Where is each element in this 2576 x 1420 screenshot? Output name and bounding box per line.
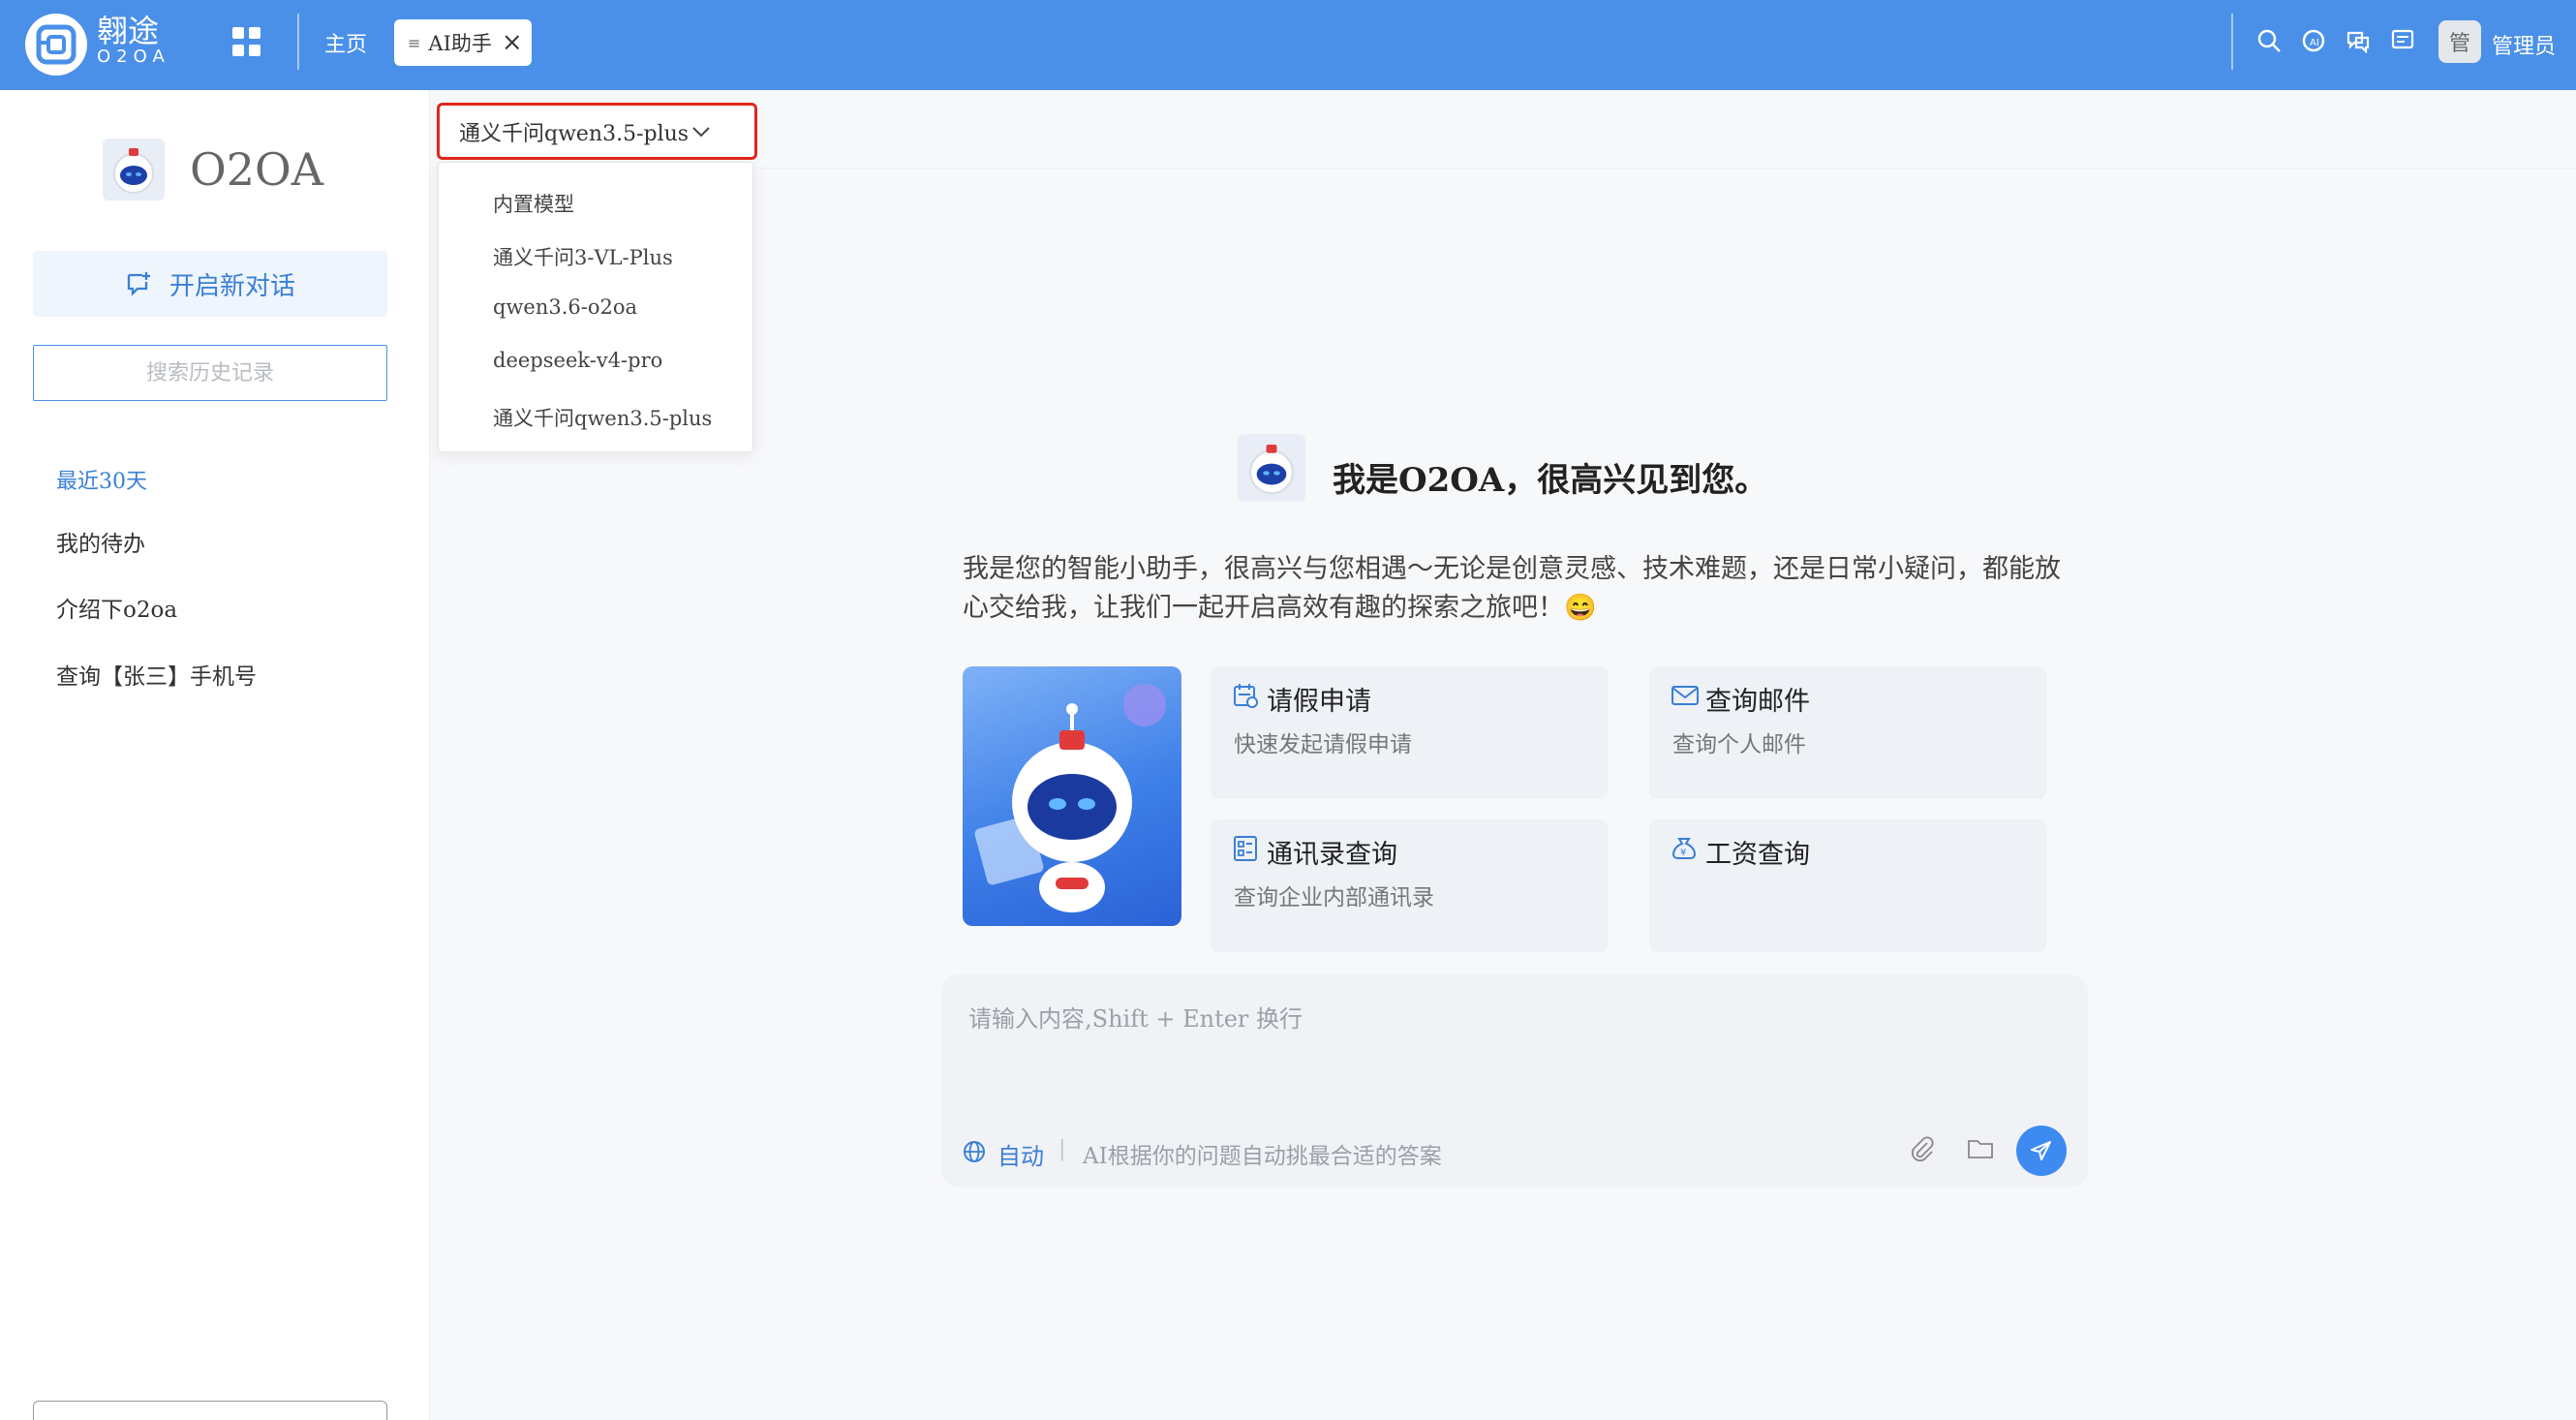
ai-bot-icon[interactable]: AI bbox=[2299, 26, 2328, 55]
svg-text:¥: ¥ bbox=[1680, 848, 1686, 858]
new-chat-button[interactable]: 开启新对话 bbox=[33, 251, 387, 317]
message-icon[interactable] bbox=[2388, 26, 2417, 55]
quick-card-mail[interactable]: 查询邮件 查询个人邮件 bbox=[1649, 666, 2046, 799]
quick-card-salary[interactable]: ¥ 工资查询 bbox=[1649, 819, 2046, 952]
history-group-label: 最近30天 bbox=[56, 470, 147, 494]
svg-text:AI: AI bbox=[2310, 38, 2319, 48]
system-settings-button[interactable] bbox=[33, 1401, 387, 1420]
logo-en: O2OA bbox=[97, 46, 170, 67]
hero-robot-illustration bbox=[963, 666, 1181, 926]
contacts-icon bbox=[1234, 836, 1257, 861]
send-icon bbox=[2031, 1141, 2051, 1160]
sidebar-brand: O2OA bbox=[103, 139, 323, 201]
quick-card-contacts[interactable]: 通讯录查询 查询企业内部通讯录 bbox=[1211, 819, 1608, 952]
model-option[interactable]: 通义千问3-VL-Plus bbox=[493, 242, 673, 271]
tab-label: AI助手 bbox=[428, 32, 492, 55]
history-item[interactable]: 查询【张三】手机号 bbox=[56, 658, 257, 691]
divider bbox=[2231, 14, 2233, 70]
model-option[interactable]: 内置模型 bbox=[493, 189, 574, 218]
new-chat-icon bbox=[127, 272, 150, 296]
home-link[interactable]: 主页 bbox=[324, 27, 367, 58]
card-title: 工资查询 bbox=[1705, 840, 1810, 870]
history-item[interactable]: 介绍下o2oa bbox=[56, 591, 177, 624]
model-dropdown: 内置模型 通义千问3-VL-Plus qwen3.6-o2oa deepseek… bbox=[438, 162, 753, 452]
history-item[interactable]: 我的待办 bbox=[56, 525, 145, 558]
mode-separator: | bbox=[1058, 1137, 1066, 1161]
menu-icon: ≡ bbox=[408, 33, 421, 52]
quick-card-leave[interactable]: 请假申请 快速发起请假申请 bbox=[1211, 666, 1608, 799]
history-search-input[interactable] bbox=[33, 345, 387, 401]
chat-input-box: 自动 | AI根据你的问题自动挑最合适的答案 bbox=[941, 974, 2088, 1188]
o2oa-logo-icon bbox=[36, 24, 77, 65]
logo-text: 翱途 O2OA bbox=[97, 14, 170, 66]
send-button[interactable] bbox=[2016, 1126, 2067, 1176]
welcome-description: 我是您的智能小助手，很高兴与您相遇～无论是创意灵感、技术难题，还是日常小疑问，都… bbox=[963, 554, 2061, 623]
paperclip-icon[interactable] bbox=[1908, 1135, 1935, 1164]
o2oa-logo[interactable] bbox=[25, 14, 87, 76]
robot-avatar-icon bbox=[103, 139, 165, 201]
card-title: 通讯录查询 bbox=[1267, 840, 1397, 870]
card-subtitle: 查询企业内部通讯录 bbox=[1234, 885, 1434, 911]
apps-grid-icon[interactable] bbox=[232, 27, 261, 56]
chevron-down-icon bbox=[692, 127, 710, 138]
mode-label[interactable]: 自动 bbox=[997, 1137, 1044, 1171]
user-name[interactable]: 管理员 bbox=[2492, 29, 2556, 60]
user-avatar[interactable]: 管 bbox=[2438, 20, 2481, 63]
card-subtitle: 快速发起请假申请 bbox=[1234, 732, 1412, 757]
top-bar: 翱途 O2OA 主页 ≡ AI助手 × AI 管 管理员 bbox=[0, 0, 2576, 90]
brand-name: O2OA bbox=[190, 143, 323, 196]
mail-icon bbox=[1671, 686, 1699, 705]
card-subtitle: 查询个人邮件 bbox=[1672, 732, 1806, 757]
salary-icon: ¥ bbox=[1671, 838, 1697, 859]
divider bbox=[297, 14, 299, 70]
calendar-icon bbox=[1234, 684, 1258, 708]
sidebar: O2OA 开启新对话 最近30天 我的待办 介绍下o2oa 查询【张三】手机号 bbox=[0, 90, 430, 1420]
welcome-title: 我是O2OA，很高兴见到您。 bbox=[1333, 461, 1768, 500]
model-option[interactable]: deepseek-v4-pro bbox=[493, 349, 662, 372]
robot-avatar-icon bbox=[1238, 434, 1305, 502]
folder-icon[interactable] bbox=[1966, 1135, 1995, 1162]
chat-bubbles-icon[interactable] bbox=[2344, 26, 2373, 55]
search-icon[interactable] bbox=[2254, 26, 2284, 55]
model-selector[interactable]: 通义千问qwen3.5-plus bbox=[437, 103, 757, 160]
model-option[interactable]: qwen3.6-o2oa bbox=[493, 295, 637, 319]
new-chat-label: 开启新对话 bbox=[169, 271, 295, 301]
logo-cn: 翱途 bbox=[97, 13, 160, 49]
card-title: 查询邮件 bbox=[1705, 687, 1810, 717]
tab-ai-assistant[interactable]: ≡ AI助手 × bbox=[394, 19, 532, 66]
model-option[interactable]: 通义千问qwen3.5-plus bbox=[493, 403, 712, 432]
close-icon[interactable]: × bbox=[502, 30, 523, 55]
mode-hint: AI根据你的问题自动挑最合适的答案 bbox=[1083, 1144, 1442, 1169]
model-selected-label: 通义千问qwen3.5-plus bbox=[459, 121, 690, 146]
chat-input[interactable] bbox=[968, 1000, 2053, 1077]
globe-icon[interactable] bbox=[961, 1138, 988, 1165]
card-title: 请假申请 bbox=[1267, 687, 1371, 717]
